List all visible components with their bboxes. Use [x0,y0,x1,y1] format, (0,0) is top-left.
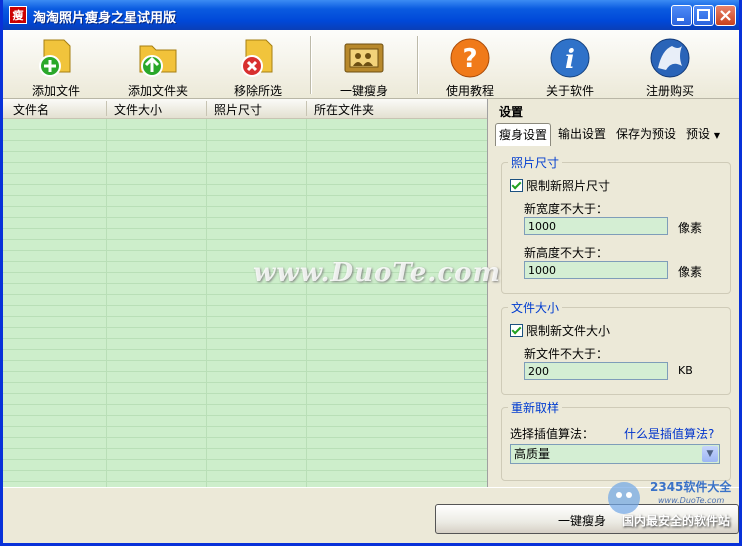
limit-photo-size-label: 限制新照片尺寸 [526,179,611,193]
width-unit: 像素 [678,221,703,235]
maximize-icon [697,9,710,21]
site-watermark: www.DuoTe.com [253,258,502,288]
remove-selected-icon [241,39,273,77]
limit-photo-size-checkbox[interactable]: 限制新照片尺寸 [510,177,610,194]
new-width-input[interactable]: 1000 [524,217,668,235]
minimize-button[interactable] [671,5,692,26]
register-icon [650,38,690,78]
corner-watermark: 2345软件大全 www.DuoTe.com 国内最安全的软件站 [598,474,742,546]
close-button[interactable] [715,5,736,26]
title-bar[interactable]: 瘦 淘淘照片瘦身之星试用版 [3,0,739,30]
new-file-size-input[interactable]: 200 [524,362,668,380]
limit-file-size-label: 限制新文件大小 [526,324,611,338]
column-divider[interactable] [206,101,207,116]
dropdown-arrow-icon: ▼ [713,131,720,140]
corner-site: www.DuoTe.com [658,496,725,505]
resample-group: 重新取样 选择插值算法： 什么是插值算法? 高质量 ▼ [501,399,731,481]
help-icon: ? [450,38,490,78]
photo-size-group-title: 照片尺寸 [508,154,563,171]
file-list-header: 文件名 文件大小 照片尺寸 所在文件夹 [3,99,487,119]
tab-save-preset[interactable]: 保存为预设 [613,123,679,145]
add-file-button[interactable]: 添加文件 [11,34,101,98]
one-click-slim-label: 一键瘦身 [339,84,388,98]
grid-line [106,119,107,487]
grid-line [306,119,307,487]
close-icon [720,10,731,21]
checkbox-checked-icon [510,179,523,192]
tutorial-label: 使用教程 [445,84,494,98]
info-icon: i [550,38,590,78]
corner-brand: 2345软件大全 [650,480,732,494]
interpolation-select[interactable]: 高质量 ▼ [510,444,720,464]
corner-tagline: 国内最安全的软件站 [622,514,731,528]
settings-tabs: 瘦身设置 输出设置 保存为预设 预设 ▼ [495,123,735,147]
chevron-down-icon[interactable]: ▼ [702,446,718,462]
new-height-label: 新高度不大于： [524,246,609,260]
grid-line [206,119,207,487]
tutorial-button[interactable]: ? 使用教程 [425,34,515,98]
toolbar-separator [417,36,419,94]
toolbar: 添加文件 添加文件夹 移除所选 一键瘦身 ? 使用教程 i 关于软件 注册购买 [3,30,739,99]
column-header-folder[interactable]: 所在文件夹 [314,101,374,118]
photo-slim-icon [344,43,384,73]
about-label: 关于软件 [545,84,594,98]
window-title: 淘淘照片瘦身之星试用版 [33,11,177,26]
new-width-label: 新宽度不大于： [524,202,609,216]
column-header-filesize[interactable]: 文件大小 [114,101,162,118]
svg-text:?: ? [462,44,477,74]
photo-size-group: 照片尺寸 限制新照片尺寸 新宽度不大于： 1000 像素 新高度不大于： 100… [501,154,731,294]
add-folder-icon [139,45,177,77]
resample-group-title: 重新取样 [508,399,563,416]
column-header-filename[interactable]: 文件名 [13,101,49,118]
tab-slim-settings[interactable]: 瘦身设置 [495,123,552,146]
add-folder-button[interactable]: 添加文件夹 [113,34,203,98]
file-size-group: 文件大小 限制新文件大小 新文件不大于： 200 KB [501,299,731,395]
settings-panel: 设置 瘦身设置 输出设置 保存为预设 预设 ▼ 照片尺寸 限制新照片尺寸 新宽度… [493,99,739,487]
tab-presets-dropdown[interactable]: 预设 ▼ [683,123,723,145]
one-click-slim-toolbar-button[interactable]: 一键瘦身 [319,34,409,98]
svg-text:i: i [565,45,575,75]
file-size-group-title: 文件大小 [508,299,563,316]
minimize-icon [677,18,684,21]
add-file-icon [39,39,71,77]
new-height-input[interactable]: 1000 [524,261,668,279]
remove-selected-label: 移除所选 [233,84,282,98]
interpolation-selected-value: 高质量 [514,447,551,461]
add-folder-label: 添加文件夹 [127,84,188,98]
remove-selected-button[interactable]: 移除所选 [213,34,303,98]
register-button[interactable]: 注册购买 [625,34,715,98]
tab-presets-label: 预设 [686,127,711,141]
file-list[interactable]: 文件名 文件大小 照片尺寸 所在文件夹 [3,99,488,487]
what-is-interpolation-link[interactable]: 什么是插值算法? [624,425,714,442]
height-unit: 像素 [678,265,703,279]
column-divider[interactable] [106,101,107,116]
maximize-button[interactable] [693,5,714,26]
column-header-photo-size[interactable]: 照片尺寸 [214,101,262,118]
checkbox-checked-icon [510,324,523,337]
file-list-body[interactable] [3,119,487,487]
add-file-label: 添加文件 [31,84,80,98]
file-size-unit: KB [678,364,693,377]
app-icon: 瘦 [9,6,27,24]
settings-title: 设置 [499,105,524,119]
tab-output-settings[interactable]: 输出设置 [555,123,609,145]
about-button[interactable]: i 关于软件 [525,34,615,98]
column-divider[interactable] [306,101,307,116]
limit-file-size-checkbox[interactable]: 限制新文件大小 [510,322,610,339]
new-file-size-label: 新文件不大于： [524,347,609,361]
interpolation-label: 选择插值算法： [510,427,595,441]
register-label: 注册购买 [645,84,694,98]
toolbar-separator [310,36,312,94]
main-window: 瘦 淘淘照片瘦身之星试用版 添加文件 添加文件夹 移除所选 一键瘦身 ? 使用教… [0,0,742,546]
